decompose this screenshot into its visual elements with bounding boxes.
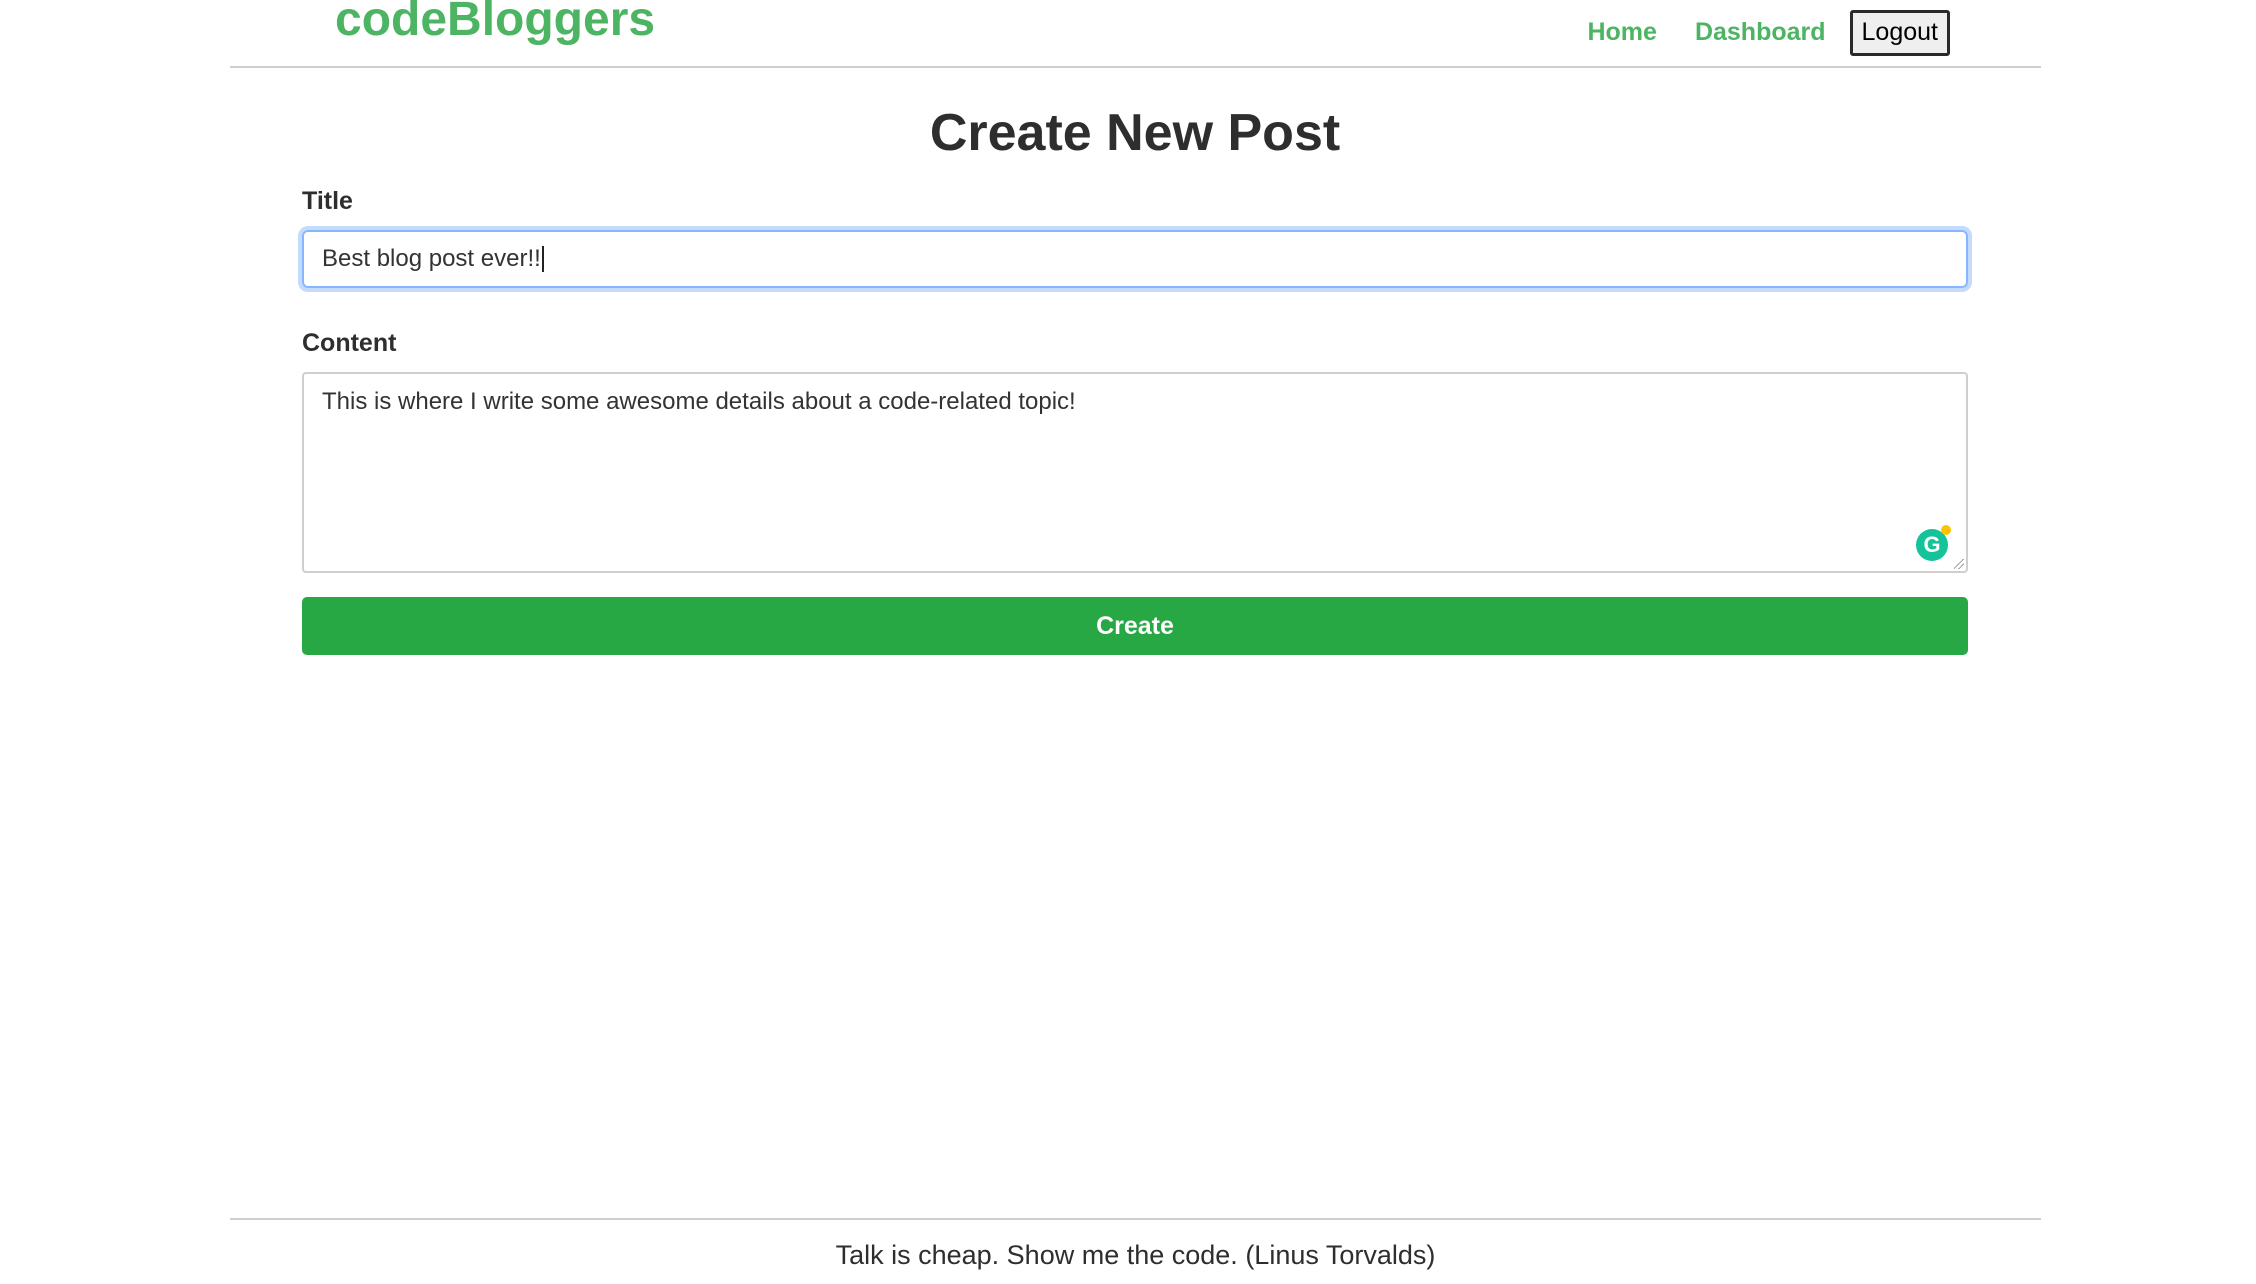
page: codeBloggers Home Dashboard Logout Creat…: [0, 0, 2256, 1284]
nav-dashboard-link[interactable]: Dashboard: [1695, 18, 1826, 47]
create-post-form: Title Best blog post ever!! Content This…: [302, 186, 1968, 655]
text-caret: [541, 246, 544, 272]
grammarly-status-dot: [1941, 525, 1951, 535]
grammarly-glyph: G: [1923, 531, 1941, 557]
title-input[interactable]: Best blog post ever!!: [302, 230, 1968, 288]
page-title: Create New Post: [929, 104, 1341, 162]
brand-logo-link[interactable]: codeBloggers: [335, 0, 655, 47]
nav-home-link[interactable]: Home: [1587, 18, 1656, 47]
footer-quote: Talk is cheap. Show me the code. (Linus …: [835, 1240, 1436, 1270]
content-label: Content: [302, 329, 397, 357]
resize-handle-icon[interactable]: [1954, 559, 1964, 569]
site-header: codeBloggers Home Dashboard Logout: [230, 0, 2041, 68]
site-footer: Talk is cheap. Show me the code. (Linus …: [230, 1218, 2041, 1284]
logout-button[interactable]: Logout: [1849, 9, 1950, 56]
title-input-value: Best blog post ever!!: [322, 245, 541, 272]
title-label: Title: [302, 187, 353, 215]
content-textarea[interactable]: This is where I write some awesome detai…: [302, 372, 1968, 573]
grammarly-icon[interactable]: G: [1916, 525, 1951, 561]
create-button[interactable]: Create: [302, 597, 1968, 655]
content-textarea-value: This is where I write some awesome detai…: [322, 388, 1076, 415]
main-nav: Home Dashboard Logout: [1587, 9, 1950, 56]
